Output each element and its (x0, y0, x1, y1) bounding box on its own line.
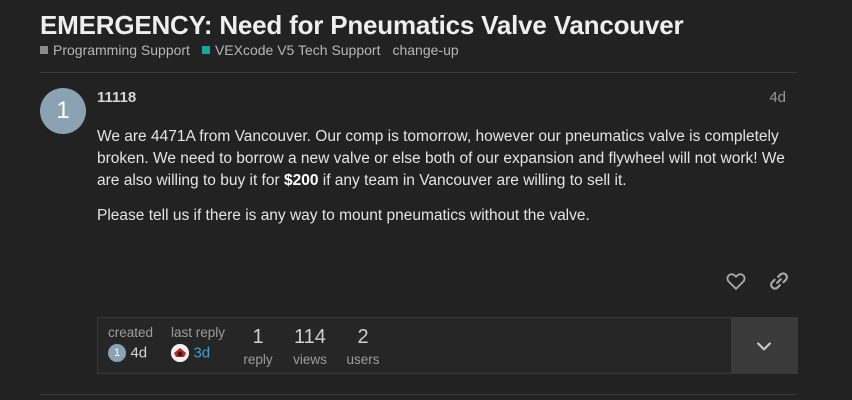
chevron-down-icon (757, 341, 771, 350)
like-button[interactable] (725, 270, 747, 292)
expand-topic-map-button[interactable] (731, 318, 797, 373)
created-date: 4d (130, 344, 148, 362)
users-label: users (346, 352, 380, 367)
category-color-swatch (201, 46, 210, 54)
post-text-bold: $200 (283, 172, 319, 189)
post-text: if any team in Vancouver are willing to … (318, 172, 627, 189)
avatar: 1 (108, 344, 126, 362)
post-paragraph: We are 4471A from Vancouver. Our comp is… (97, 126, 787, 192)
link-icon (770, 272, 788, 290)
topic-categories: Programming Support VEXcode V5 Tech Supp… (40, 42, 459, 58)
topic-map-users[interactable]: 2 users (344, 326, 382, 367)
avatar[interactable]: 1 (40, 88, 86, 134)
heart-icon (726, 273, 746, 290)
reply-count: 1 (252, 326, 264, 348)
views-label: views (293, 352, 327, 367)
category-vexcode-v5-tech-support[interactable]: VEXcode V5 Tech Support (201, 42, 381, 58)
category-color-swatch (40, 46, 48, 54)
topic-map-created[interactable]: created 1 4d (108, 325, 153, 362)
post-username[interactable]: 11118 (97, 89, 136, 106)
topic-map-replies: 1 reply (241, 326, 275, 367)
tag-change-up[interactable]: change-up (392, 42, 458, 58)
topic-map-views: 114 views (288, 326, 332, 367)
avatar (171, 344, 189, 362)
divider (40, 394, 797, 395)
topic-map: created 1 4d last reply 3d 1 reply 114 v… (97, 317, 798, 374)
divider (40, 72, 797, 73)
post-date[interactable]: 4d (769, 89, 786, 106)
topic-title[interactable]: EMERGENCY: Need for Pneumatics Valve Van… (40, 10, 684, 41)
users-count: 2 (357, 326, 369, 348)
post-body: We are 4471A from Vancouver. Our comp is… (97, 126, 787, 240)
last-reply-label: last reply (171, 325, 226, 340)
robot-avatar-icon (171, 344, 189, 362)
category-label: Programming Support (53, 42, 190, 58)
last-reply-date: 3d (193, 344, 211, 362)
category-programming-support[interactable]: Programming Support (40, 42, 190, 58)
reply-label: reply (243, 352, 273, 367)
share-button[interactable] (768, 270, 790, 292)
created-label: created (108, 325, 154, 340)
topic-map-last-reply[interactable]: last reply 3d (171, 325, 225, 362)
post-paragraph: Please tell us if there is any way to mo… (97, 207, 590, 224)
views-count: 114 (294, 326, 326, 348)
category-label: VEXcode V5 Tech Support (214, 42, 381, 58)
